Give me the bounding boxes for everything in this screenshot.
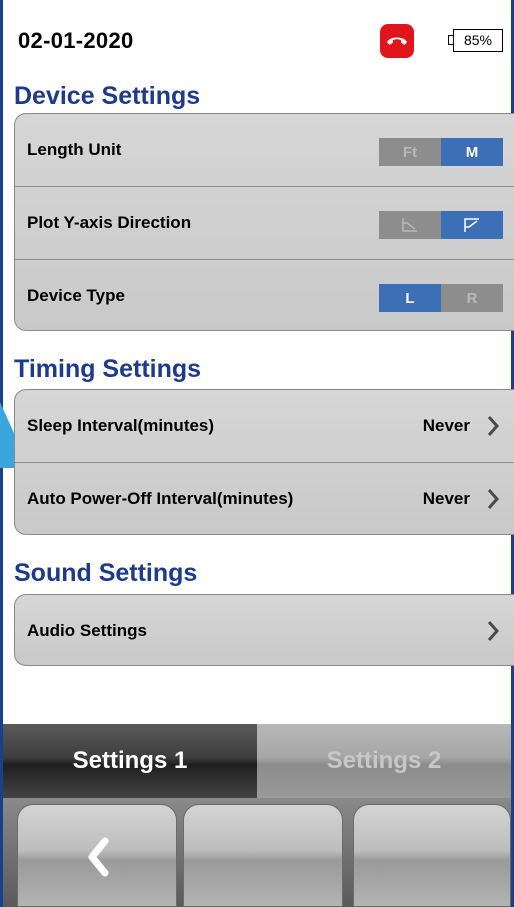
sleep-interval-label: Sleep Interval(minutes): [27, 416, 215, 435]
sleep-interval-row[interactable]: Sleep Interval(minutes) Never: [15, 390, 514, 462]
length-unit-m-option[interactable]: M: [441, 138, 503, 166]
length-unit-label: Length Unit: [27, 140, 122, 159]
length-unit-row: Length Unit Ft M: [15, 114, 514, 186]
battery-percent: 85%: [453, 29, 503, 52]
plot-direction-row: Plot Y-axis Direction: [15, 187, 514, 259]
device-settings-title: Device Settings: [14, 82, 201, 110]
length-unit-ft-option[interactable]: Ft: [379, 138, 441, 166]
tab-settings-1[interactable]: Settings 1: [3, 724, 257, 798]
device-type-r-option[interactable]: R: [441, 284, 503, 312]
timing-settings-panel: Sleep Interval(minutes) Never Auto Power…: [14, 389, 514, 535]
auto-power-off-row[interactable]: Auto Power-Off Interval(minutes) Never: [15, 463, 514, 535]
device-type-row: Device Type L R: [15, 260, 514, 332]
device-settings-panel: Length Unit Ft M Plot Y-axis Direction D…: [14, 113, 514, 331]
back-softkey-button[interactable]: [17, 804, 177, 907]
auto-power-off-value: Never: [422, 489, 470, 508]
device-type-label: Device Type: [27, 286, 125, 305]
audio-settings-label: Audio Settings: [27, 621, 147, 640]
plot-direction-toggle[interactable]: [379, 211, 503, 239]
timing-settings-title: Timing Settings: [14, 355, 202, 383]
phone-hangup-icon[interactable]: [380, 24, 414, 58]
plot-down-icon: [402, 218, 417, 232]
audio-settings-row[interactable]: Audio Settings: [15, 595, 514, 667]
chevron-right-icon: [487, 416, 500, 436]
chevron-right-icon: [487, 621, 500, 641]
device-type-l-option[interactable]: L: [379, 284, 441, 312]
softkey-bar: [3, 798, 511, 907]
back-chevron-icon: [88, 837, 109, 877]
tab-settings-2[interactable]: Settings 2: [257, 724, 511, 798]
plot-up-icon: [464, 218, 479, 232]
auto-power-off-label: Auto Power-Off Interval(minutes): [27, 489, 294, 508]
plot-up-option[interactable]: [441, 211, 503, 239]
settings-tab-bar: Settings 1 Settings 2: [3, 724, 511, 798]
device-type-toggle[interactable]: L R: [379, 284, 503, 312]
middle-softkey-button[interactable]: [183, 804, 343, 907]
right-softkey-button[interactable]: [353, 804, 511, 907]
length-unit-toggle[interactable]: Ft M: [379, 138, 503, 166]
battery-icon: 85%: [448, 29, 506, 54]
chevron-right-icon: [487, 489, 500, 509]
sleep-interval-value: Never: [422, 416, 470, 435]
plot-direction-label: Plot Y-axis Direction: [27, 213, 192, 232]
status-bar: 02-01-2020 85%: [10, 0, 510, 84]
sound-settings-panel: Audio Settings: [14, 594, 514, 666]
plot-down-option[interactable]: [379, 211, 441, 239]
date-display: 02-01-2020: [18, 28, 134, 53]
sound-settings-title: Sound Settings: [14, 559, 198, 587]
